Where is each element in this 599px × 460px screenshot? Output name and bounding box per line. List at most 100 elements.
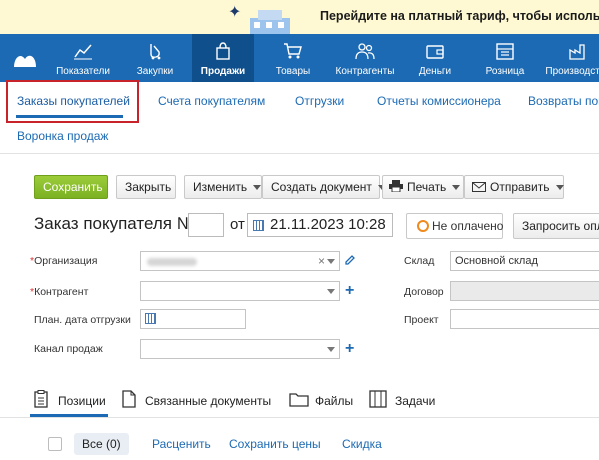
chevron-down-icon[interactable] — [327, 259, 335, 264]
tab-tasks[interactable]: Задачи — [395, 394, 435, 408]
calendar-icon[interactable] — [145, 313, 156, 324]
request-payment-button[interactable]: Запросить опла — [513, 213, 599, 239]
logo-icon[interactable] — [12, 50, 38, 68]
sales-channel-select[interactable] — [140, 339, 340, 359]
subtab-commission-reports[interactable]: Отчеты комиссионера — [377, 94, 501, 108]
edit-label: Изменить — [193, 180, 248, 194]
chevron-down-icon[interactable] — [327, 289, 335, 294]
order-date-input[interactable]: 21.11.2023 10:28 — [247, 213, 393, 237]
order-number-input[interactable] — [188, 213, 224, 237]
chevron-down-icon[interactable] — [327, 347, 335, 352]
create-document-label: Создать документ — [271, 180, 372, 194]
nav-item-indicators[interactable]: Показатели — [52, 34, 114, 82]
nav-item-goods[interactable]: Товары — [262, 34, 324, 82]
tasks-icon — [369, 390, 387, 408]
chevron-down-icon — [452, 185, 461, 191]
cashbox-icon — [496, 43, 514, 60]
nav-item-retail[interactable]: Розница — [474, 34, 536, 82]
filter-all-button[interactable]: Все (0) — [74, 433, 129, 455]
top-navigation: Показатели Закупки Продажи Товары Контра… — [0, 34, 599, 82]
blurred-value — [147, 258, 197, 266]
clipboard-icon — [34, 390, 48, 408]
print-dropdown[interactable]: Печать — [382, 175, 464, 199]
ship-date-label: План. дата отгрузки — [34, 314, 131, 326]
ship-date-input[interactable] — [140, 309, 246, 329]
highlight-box — [6, 80, 139, 123]
edit-pencil-icon[interactable] — [344, 254, 356, 266]
wallet-icon — [426, 45, 444, 59]
select-all-checkbox[interactable] — [48, 437, 62, 451]
save-prices-link[interactable]: Сохранить цены — [229, 437, 321, 451]
subtab-returns[interactable]: Возвраты пок — [528, 94, 599, 108]
envelope-icon — [472, 182, 486, 192]
payment-status-button[interactable]: Не оплачено — [406, 213, 503, 239]
send-dropdown[interactable]: Отправить — [464, 175, 564, 199]
nav-item-counterparties[interactable]: Контрагенты — [330, 34, 400, 82]
purchases-icon — [150, 44, 161, 60]
save-button[interactable]: Сохранить — [34, 175, 108, 199]
promo-illustration — [250, 10, 290, 34]
divider — [0, 417, 599, 418]
bag-icon — [216, 42, 230, 60]
chevron-down-icon — [253, 185, 262, 191]
tab-files[interactable]: Файлы — [315, 394, 353, 408]
reprice-link[interactable]: Расценить — [152, 437, 211, 451]
page-title: Заказ покупателя № — [34, 214, 195, 233]
contract-label: Договор — [404, 286, 444, 298]
nav-label: Товары — [275, 66, 311, 77]
contract-select[interactable] — [450, 281, 599, 301]
send-label: Отправить — [490, 180, 550, 194]
organization-label-text: Организация — [34, 255, 98, 267]
organization-select[interactable]: × — [140, 251, 340, 271]
counterparty-label: *Контрагент — [30, 286, 88, 298]
nav-label: Показатели — [56, 66, 110, 77]
sparkle-icon: ✦ — [228, 4, 242, 21]
project-select[interactable] — [450, 309, 599, 329]
nav-label: Продажи — [200, 66, 246, 77]
factory-icon — [569, 44, 585, 60]
from-label: от — [230, 216, 245, 233]
chevron-down-icon — [555, 185, 564, 191]
printer-icon — [389, 180, 403, 193]
people-icon — [355, 43, 375, 60]
tab-positions[interactable]: Позиции — [58, 394, 106, 408]
warehouse-select[interactable]: Основной склад — [450, 251, 599, 271]
promo-banner[interactable]: ✦ Перейдите на платный тариф, чтобы испо… — [0, 0, 599, 34]
nav-label: Деньги — [418, 66, 452, 77]
folder-icon — [289, 393, 309, 407]
order-date-value: 21.11.2023 10:28 — [270, 216, 386, 233]
print-label: Печать — [407, 180, 447, 194]
warehouse-label: Склад — [404, 255, 435, 267]
document-icon — [122, 390, 136, 408]
tab-linked-documents[interactable]: Связанные документы — [145, 394, 271, 408]
nav-item-purchases[interactable]: Закупки — [124, 34, 186, 82]
nav-label: Розница — [485, 66, 525, 77]
add-sales-channel-button[interactable]: + — [345, 341, 354, 357]
nav-label: Производство — [545, 66, 599, 77]
nav-label: Контрагенты — [335, 66, 395, 77]
discount-link[interactable]: Скидка — [342, 437, 382, 451]
subtab-sales-funnel[interactable]: Воронка продаж — [17, 129, 108, 143]
clear-icon[interactable]: × — [318, 252, 325, 270]
promo-text: Перейдите на платный тариф, чтобы исполь… — [320, 9, 599, 23]
nav-item-money[interactable]: Деньги — [406, 34, 464, 82]
counterparty-label-text: Контрагент — [34, 286, 89, 298]
status-circle-icon — [417, 220, 429, 232]
calendar-icon[interactable] — [253, 220, 264, 231]
subtab-shipments[interactable]: Отгрузки — [295, 94, 344, 108]
chart-icon — [74, 44, 92, 60]
payment-status-label: Не оплачено — [432, 219, 504, 233]
nav-label: Закупки — [136, 66, 174, 77]
counterparty-select[interactable] — [140, 281, 340, 301]
close-button[interactable]: Закрыть — [116, 175, 176, 199]
edit-dropdown[interactable]: Изменить — [184, 175, 262, 199]
nav-item-production[interactable]: Производство — [542, 34, 599, 82]
add-counterparty-button[interactable]: + — [345, 283, 354, 299]
cart-icon — [284, 43, 302, 59]
sales-channel-label: Канал продаж — [34, 343, 103, 355]
project-label: Проект — [404, 314, 439, 326]
organization-label: *Организация — [30, 255, 97, 267]
create-document-dropdown[interactable]: Создать документ — [262, 175, 386, 199]
nav-item-sales[interactable]: Продажи — [192, 34, 254, 82]
subtab-customer-invoices[interactable]: Счета покупателям — [158, 94, 265, 108]
